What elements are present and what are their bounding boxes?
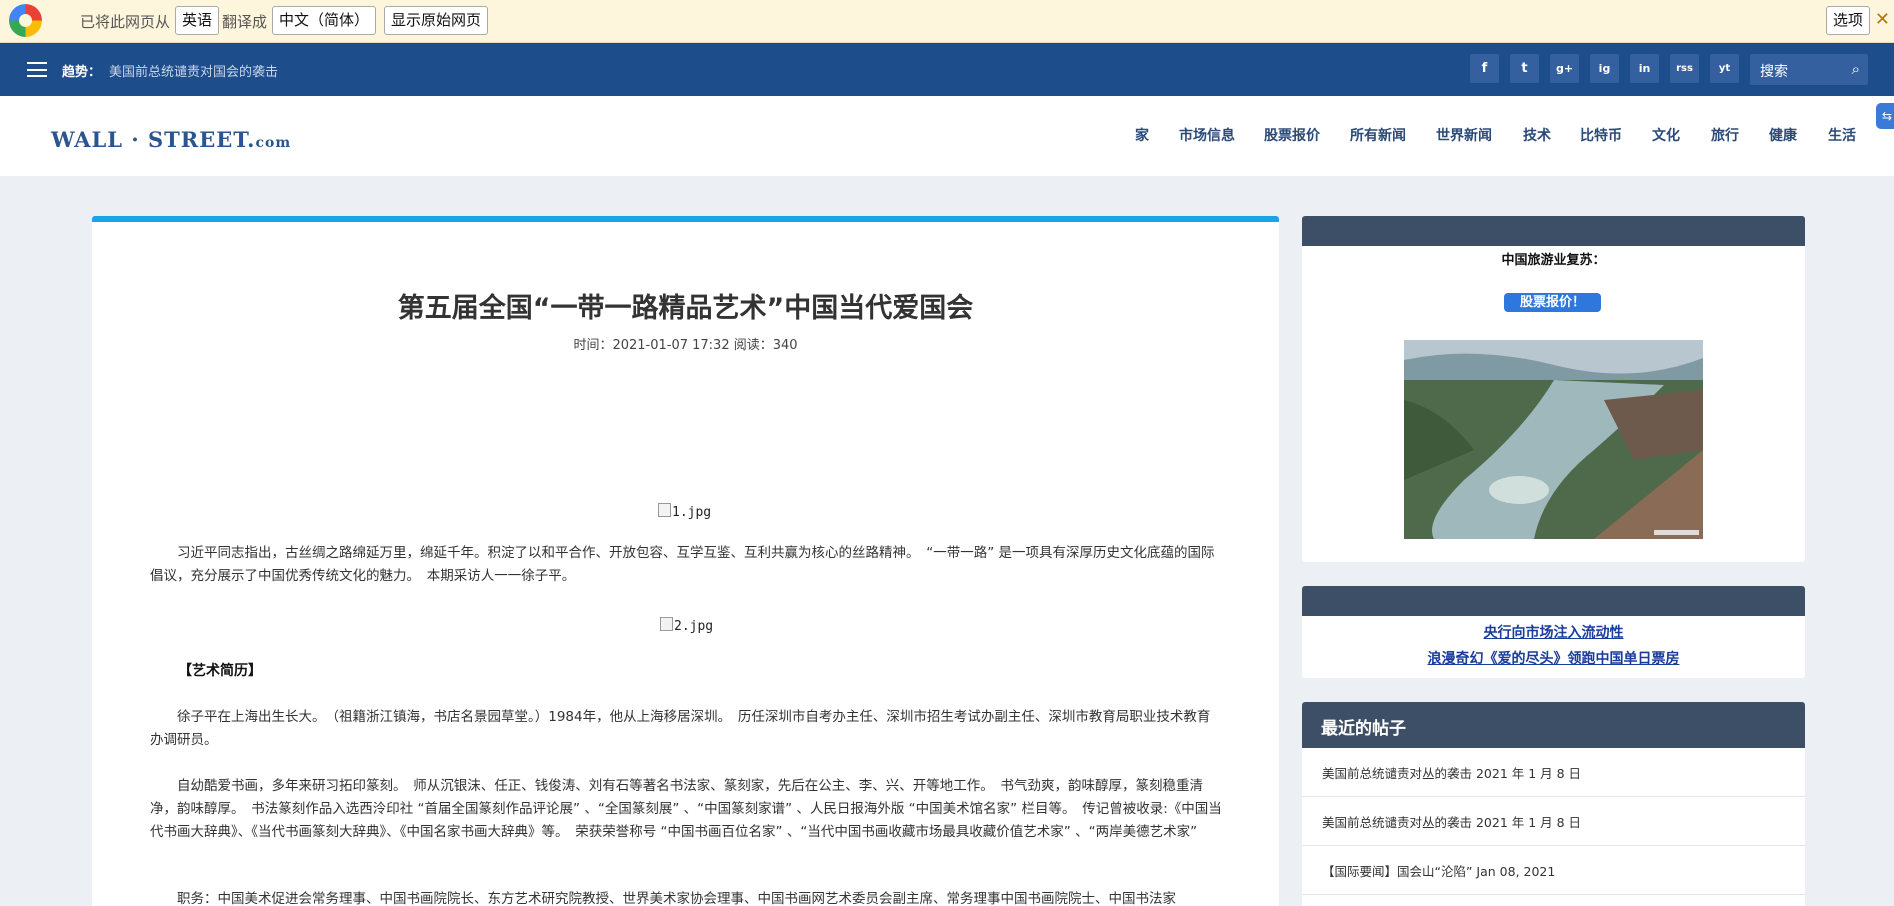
sidebar-links-card: 央行向市场注入流动性 浪漫奇幻《爱的尽头》领跑中国单日票房 xyxy=(1302,586,1805,678)
trending-label: 趋势： xyxy=(62,65,102,80)
recent-post-item[interactable]: 【国际要闻】国会山“沦陷” Jan 08, 2021 xyxy=(1302,846,1805,895)
instagram-icon[interactable]: ig xyxy=(1590,54,1619,83)
stock-quote-button[interactable]: 股票报价！ xyxy=(1504,293,1601,312)
menu-item-world-news[interactable]: 世界新闻 xyxy=(1436,125,1492,145)
translate-bar: 已将此网页从 英语 翻译成 中文（简体） 显示原始网页 选项 ✕ xyxy=(0,0,1894,43)
recent-post-item[interactable]: 美国前总统谴责对丛的袭击 2021 年 1 月 8 日 xyxy=(1302,797,1805,846)
menu-item-tech[interactable]: 技术 xyxy=(1523,125,1551,145)
menu-item-all-news[interactable]: 所有新闻 xyxy=(1350,125,1406,145)
twitter-icon[interactable]: t xyxy=(1510,54,1539,83)
broken-image-1: 1.jpg xyxy=(658,503,711,520)
article-card: 第五届全国“一带一路精品艺术”中国当代爱国会 时间：2021-01-07 17:… xyxy=(92,216,1279,906)
search-input[interactable]: 搜索 ⌕ xyxy=(1750,54,1868,85)
menu-item-stock-quotes[interactable]: 股票报价 xyxy=(1264,125,1320,145)
article-meta: 时间：2021-01-07 17:32 阅读：340 xyxy=(573,338,798,353)
menu-item-travel[interactable]: 旅行 xyxy=(1711,125,1739,145)
card-header xyxy=(1302,586,1805,616)
card-header xyxy=(1302,216,1805,246)
trending-link[interactable]: 美国前总统谴责对国会的袭击 xyxy=(109,65,278,80)
brand-suffix: com xyxy=(255,135,292,151)
recent-post-item[interactable]: 美国前总统谴责对丛的袭击 2021 年 1 月 8 日 xyxy=(1302,748,1805,797)
facebook-icon[interactable]: f xyxy=(1470,54,1499,83)
translate-extension-icon[interactable]: ⇆ xyxy=(1876,103,1894,129)
site-header: WALL · STREET.com 家 市场信息 股票报价 所有新闻 世界新闻 … xyxy=(0,96,1894,176)
menu-item-health[interactable]: 健康 xyxy=(1769,125,1797,145)
youtube-icon[interactable]: yt xyxy=(1710,54,1739,83)
menu-item-bitcoin[interactable]: 比特币 xyxy=(1580,125,1622,145)
google-plus-icon[interactable]: g+ xyxy=(1550,54,1579,83)
sidebar-link[interactable]: 央行向市场注入流动性 xyxy=(1302,622,1805,642)
menu-item-culture[interactable]: 文化 xyxy=(1652,125,1680,145)
hamburger-menu-icon[interactable] xyxy=(27,62,47,77)
article-paragraph: 职务：中国美术促进会常务理事、中国书画院院长、东方艺术研究院教授、世界美术家协会… xyxy=(177,891,1176,906)
broken-image-2: 2.jpg xyxy=(660,617,713,634)
source-language-button[interactable]: 英语 xyxy=(175,6,220,35)
linkedin-icon[interactable]: in xyxy=(1630,54,1659,83)
translate-prefix: 已将此网页从 xyxy=(80,13,171,31)
sidebar-link[interactable]: 浪漫奇幻《爱的尽头》领跑中国单日票房 xyxy=(1302,648,1805,668)
options-button[interactable]: 选项 xyxy=(1826,6,1871,35)
top-nav-bar: 趋势： 美国前总统谴责对国会的袭击 f t g+ ig in rss yt 搜索 … xyxy=(0,43,1894,96)
translate-middle: 翻译成 xyxy=(222,13,268,31)
article-paragraph: 徐子平在上海出生长大。 （祖籍浙江镇海，书店名景园草堂。）1984年，他从上海移… xyxy=(150,709,1211,748)
image-2-alt: 2.jpg xyxy=(674,619,714,634)
close-icon[interactable]: ✕ xyxy=(1875,9,1890,30)
show-original-button[interactable]: 显示原始网页 xyxy=(384,6,489,35)
recent-posts-card: 最近的帖子 美国前总统谴责对丛的袭击 2021 年 1 月 8 日 美国前总统谴… xyxy=(1302,702,1805,906)
ad-title: 中国旅游业复苏： xyxy=(1501,253,1606,268)
rss-icon[interactable]: rss xyxy=(1670,54,1699,83)
brand-main: WALL · STREET. xyxy=(51,127,256,152)
section-heading: 【艺术简历】 xyxy=(178,663,262,679)
menu-item-market-info[interactable]: 市场信息 xyxy=(1179,125,1235,145)
trending-bar: 趋势： 美国前总统谴责对国会的袭击 xyxy=(62,61,278,80)
article-title: 第五届全国“一带一路精品艺术”中国当代爱国会 xyxy=(397,293,974,324)
image-1-alt: 1.jpg xyxy=(672,505,712,520)
menu-item-life[interactable]: 生活 xyxy=(1828,125,1856,145)
search-placeholder: 搜索 xyxy=(1760,64,1788,80)
sidebar-ad-card: 中国旅游业复苏： 股票报价！ xyxy=(1302,216,1805,562)
article-paragraph: 习近平同志指出，古丝绸之路绵延万里，绵延千年。积淀了以和平合作、开放包容、互学互… xyxy=(150,545,1215,584)
target-language-button[interactable]: 中文（简体） xyxy=(272,6,377,35)
search-icon[interactable]: ⌕ xyxy=(1852,60,1860,78)
menu-item-home[interactable]: 家 xyxy=(1135,125,1149,145)
site-logo[interactable]: WALL · STREET.com xyxy=(51,127,291,152)
recent-posts-title: 最近的帖子 xyxy=(1302,702,1805,748)
article-paragraph: 自幼酷爱书画，多年来研习拓印篆刻。 师从沉银沫、任正、钱俊涛、刘有石等著名书法家… xyxy=(150,778,1222,840)
travel-photo[interactable] xyxy=(1404,340,1703,539)
google-translate-icon[interactable] xyxy=(9,4,42,37)
